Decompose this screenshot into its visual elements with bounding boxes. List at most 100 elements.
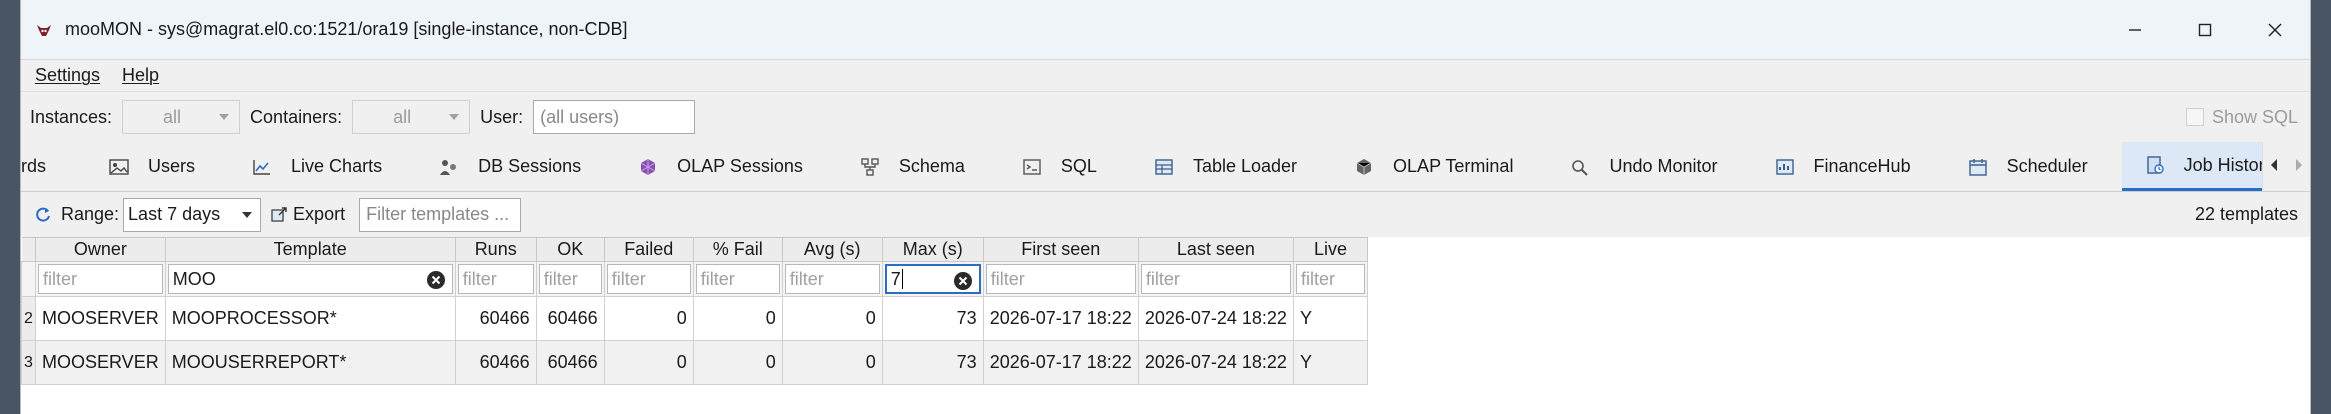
cell-live: Y <box>1292 340 1368 385</box>
tab-users[interactable]: Users <box>86 142 229 191</box>
chevron-down-icon <box>449 114 460 120</box>
instances-select[interactable]: all <box>122 100 241 134</box>
scroll-right-icon[interactable] <box>2294 156 2304 177</box>
tab-financehub[interactable]: FinanceHub <box>1752 142 1945 191</box>
filter-runs-input[interactable]: filter <box>457 264 534 294</box>
cell-template: MOOPROCESSOR* <box>164 296 456 341</box>
tab-olap-terminal[interactable]: OLAP Terminal <box>1331 142 1547 191</box>
filter-cell-live: filter <box>1292 261 1368 297</box>
close-button[interactable] <box>2240 0 2310 59</box>
chevron-down-icon <box>219 114 230 120</box>
filter-cell-ok: filter <box>535 261 605 297</box>
tab-sql[interactable]: SQL <box>999 142 1131 191</box>
filter-owner-input[interactable]: filter <box>38 264 163 294</box>
user-label: User: <box>480 106 524 127</box>
terminal-icon <box>1353 156 1375 178</box>
tab-scroll-controls <box>2262 142 2310 191</box>
filter-row: filter MOO filter filter filter filter f… <box>21 261 1368 297</box>
containers-label: Containers: <box>250 106 343 127</box>
filter-cell-last-seen: filter <box>1137 261 1294 297</box>
menu-help[interactable]: Help <box>122 65 159 86</box>
tab-table-loader[interactable]: Table Loader <box>1131 142 1331 191</box>
export-button[interactable]: Export <box>271 204 345 225</box>
row-number: 2 <box>21 296 36 341</box>
job-history-table: Owner Template Runs OK Failed % Fail Avg… <box>21 237 1368 385</box>
filter-failed-input[interactable]: filter <box>606 264 691 294</box>
col-last-seen[interactable]: Last seen <box>1137 237 1294 262</box>
refresh-icon[interactable] <box>33 205 53 225</box>
col-live[interactable]: Live <box>1292 237 1368 262</box>
template-filter-input[interactable]: Filter templates ... <box>359 197 522 232</box>
tab-schema[interactable]: Schema <box>837 142 999 191</box>
finance-icon <box>1774 156 1796 178</box>
col-avg[interactable]: Avg (s) <box>781 237 883 262</box>
minimize-button[interactable] <box>2100 0 2170 59</box>
table-row[interactable]: 3 MOOSERVER MOOUSERREPORT* 60466 60466 0… <box>21 340 1368 385</box>
cell-first-seen: 2026-07-17 18:22 <box>982 296 1139 341</box>
template-count: 22 templates <box>2194 204 2298 224</box>
title-bar[interactable]: mooMON - sys@magrat.el0.co:1521/ora19 [s… <box>21 0 2310 60</box>
history-icon <box>2144 154 2166 176</box>
table-row[interactable]: 2 MOOSERVER MOOPROCESSOR* 60466 60466 0 … <box>21 296 1368 341</box>
containers-select[interactable]: all <box>352 100 471 134</box>
job-history-toolbar: Range: Last 7 days Export Filter templat… <box>21 192 2310 237</box>
cell-first-seen: 2026-07-17 18:22 <box>982 340 1139 385</box>
clear-icon[interactable] <box>953 271 973 291</box>
range-select[interactable]: Last 7 days <box>123 197 262 232</box>
cell-avg: 0 <box>781 340 883 385</box>
cell-owner: MOOSERVER <box>35 296 166 341</box>
range-value: Last 7 days <box>128 204 221 224</box>
tab-partial-left[interactable]: rds <box>21 142 86 191</box>
col-template[interactable]: Template <box>164 237 456 262</box>
col-owner[interactable]: Owner <box>35 237 166 262</box>
filter-live-input[interactable]: filter <box>1295 264 1365 294</box>
scroll-left-icon[interactable] <box>2269 156 2279 177</box>
filter-row-header <box>21 261 36 297</box>
filter-avg-input[interactable]: filter <box>784 264 880 294</box>
row-header-corner <box>21 237 36 262</box>
export-icon <box>271 206 287 223</box>
filter-cell-template: MOO <box>164 261 456 297</box>
tab-olap-sessions[interactable]: OLAP Sessions <box>615 142 837 191</box>
filter-first-seen-input[interactable]: filter <box>985 264 1136 294</box>
tab-undo-monitor[interactable]: Undo Monitor <box>1547 142 1751 191</box>
tab-label: Schema <box>898 156 965 176</box>
filter-cell-max: 7 <box>881 261 984 297</box>
tab-label: FinanceHub <box>1813 156 1911 176</box>
cell-ok: 60466 <box>535 296 605 341</box>
col-first-seen[interactable]: First seen <box>982 237 1139 262</box>
maximize-icon <box>2198 23 2212 36</box>
menu-bar: Settings Help <box>21 60 2310 92</box>
tab-scheduler[interactable]: Scheduler <box>1945 142 2122 191</box>
col-failed[interactable]: Failed <box>603 237 694 262</box>
table-icon <box>1153 156 1175 178</box>
col-runs[interactable]: Runs <box>454 237 537 262</box>
cell-last-seen: 2026-07-24 18:22 <box>1137 340 1294 385</box>
clear-icon[interactable] <box>426 270 446 290</box>
tab-label: Scheduler <box>2006 156 2088 176</box>
cell-failed: 0 <box>603 296 694 341</box>
menu-settings[interactable]: Settings <box>35 65 100 86</box>
show-sql-checkbox[interactable]: Show SQL <box>2185 107 2298 128</box>
scope-filter-bar: Instances: all Containers: all User: (al… <box>21 92 2310 142</box>
col-ok[interactable]: OK <box>535 237 605 262</box>
filter-max-value: 7 <box>890 268 901 289</box>
filter-template-input[interactable]: MOO <box>167 264 453 294</box>
cell-max: 73 <box>881 340 984 385</box>
filter-last-seen-input[interactable]: filter <box>1140 264 1291 294</box>
user-input[interactable]: (all users) <box>533 100 696 134</box>
checkbox-icon[interactable] <box>2185 108 2204 126</box>
maximize-button[interactable] <box>2170 0 2240 59</box>
filter-ok-input[interactable]: filter <box>538 264 602 294</box>
filter-pct-fail-input[interactable]: filter <box>695 264 780 294</box>
instances-label: Instances: <box>30 106 113 127</box>
sql-icon <box>1021 156 1043 178</box>
cell-template: MOOUSERREPORT* <box>164 340 456 385</box>
tab-db-sessions[interactable]: DB Sessions <box>416 142 615 191</box>
filter-cell-failed: filter <box>603 261 694 297</box>
tab-label: Undo Monitor <box>1609 156 1718 176</box>
col-max[interactable]: Max (s) <box>881 237 984 262</box>
tab-live-charts[interactable]: Live Charts <box>229 142 416 191</box>
filter-max-input[interactable]: 7 <box>884 264 981 294</box>
col-pct-fail[interactable]: % Fail <box>692 237 783 262</box>
